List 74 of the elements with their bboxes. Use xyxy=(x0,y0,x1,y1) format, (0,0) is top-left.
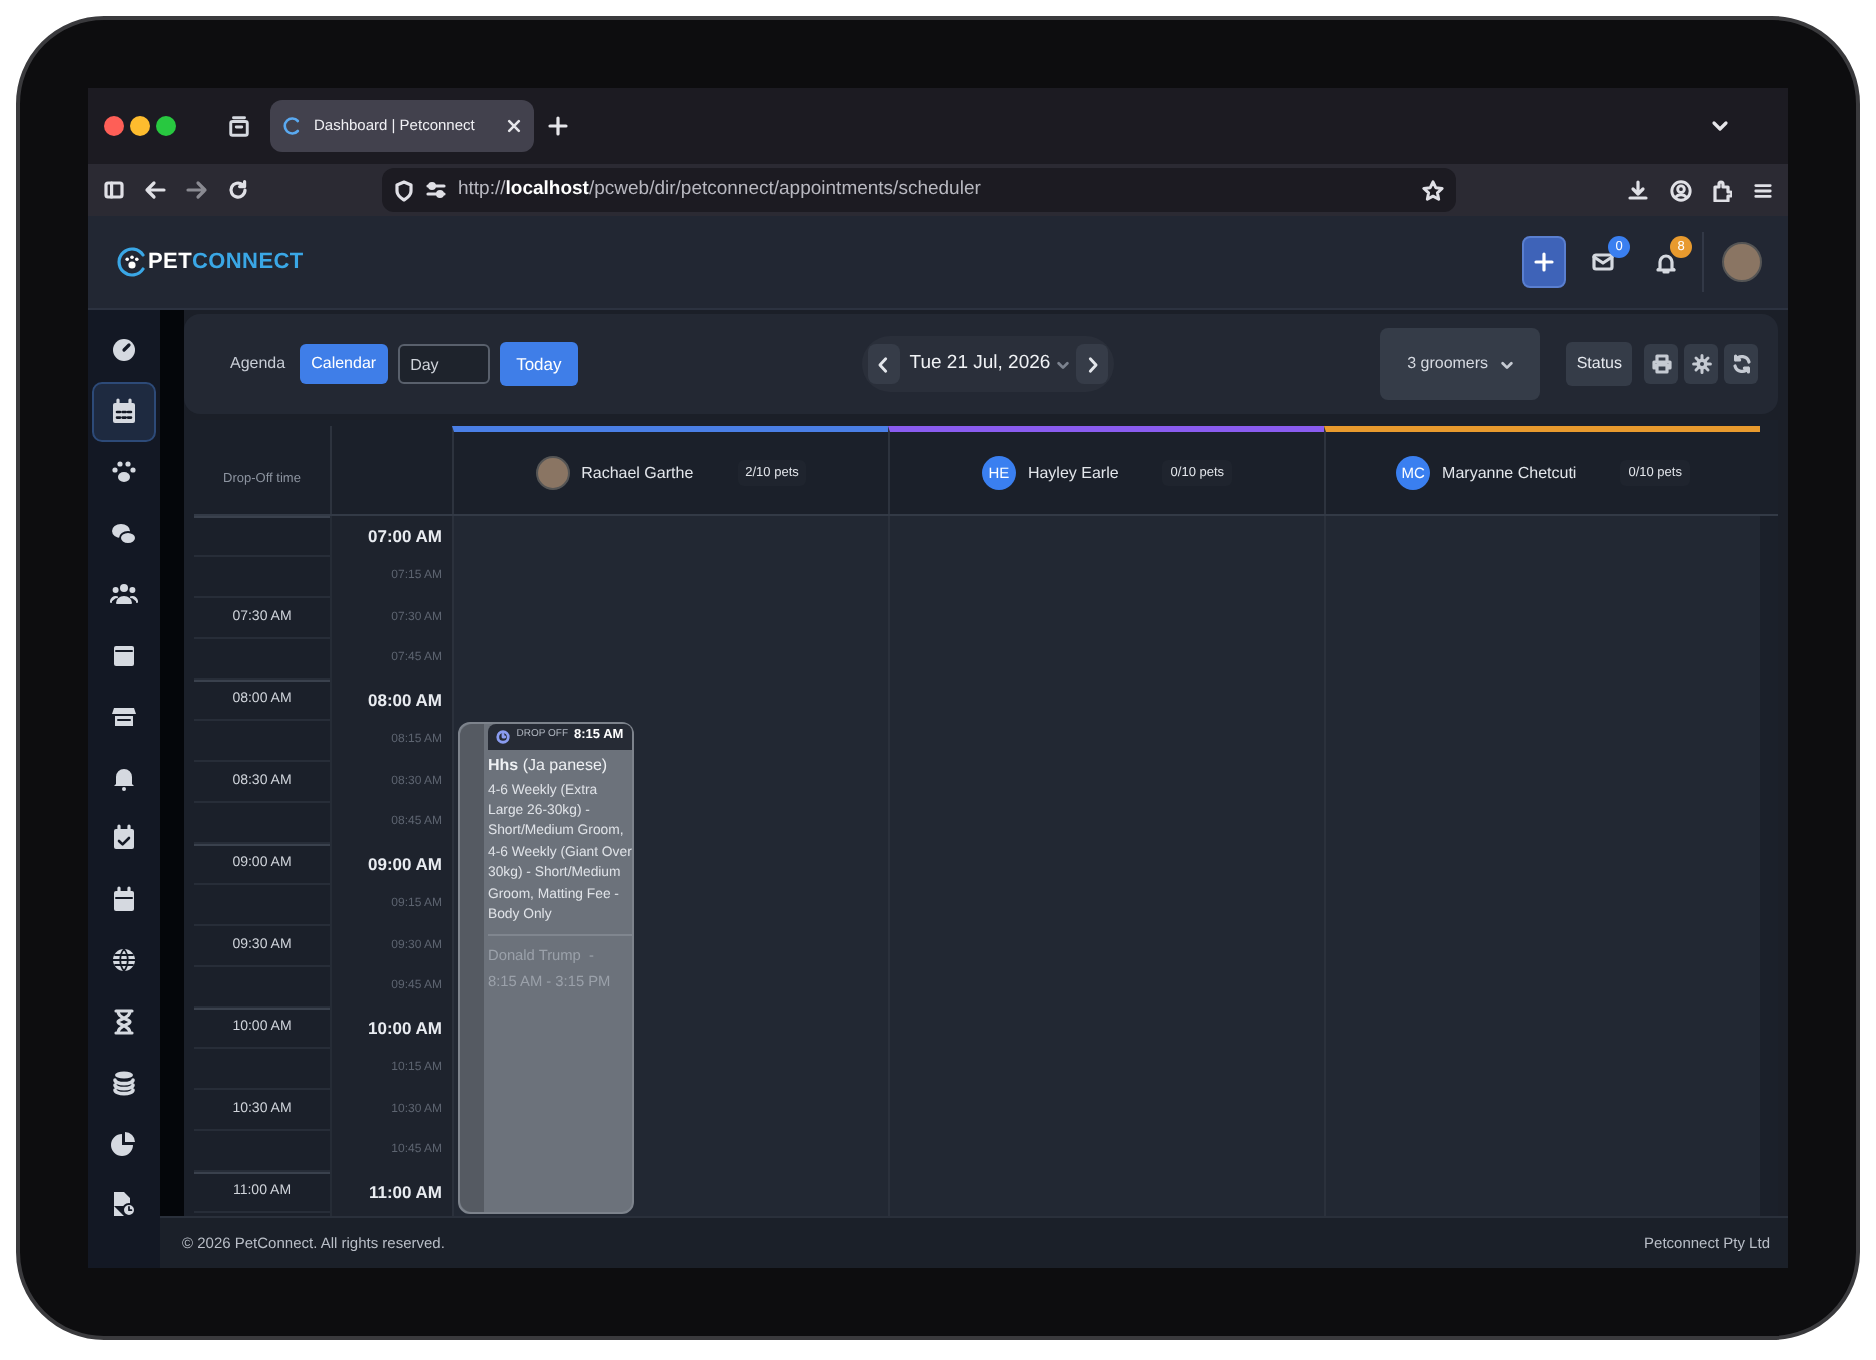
hour-label: 10:00 AM xyxy=(367,1015,442,1042)
sidebar-toggle-icon[interactable] xyxy=(104,180,124,200)
window-icon xyxy=(110,641,138,670)
gear-icon xyxy=(1691,354,1711,374)
next-day-button[interactable] xyxy=(1076,344,1109,384)
add-button[interactable] xyxy=(1522,236,1566,288)
user-avatar[interactable] xyxy=(1722,242,1762,282)
logo-text: PETCONNECT xyxy=(148,247,304,278)
hour-label: 11:00 AM xyxy=(368,1179,442,1206)
printer-icon xyxy=(1651,354,1671,374)
url-text: http://localhost/pcweb/dir/petconnect/appointments/scheduler xyxy=(458,175,981,204)
close-icon[interactable] xyxy=(506,118,522,134)
today-button[interactable]: Today xyxy=(500,342,578,386)
minimize-window-icon[interactable] xyxy=(130,116,150,136)
back-icon[interactable] xyxy=(144,180,166,200)
range-select[interactable]: Day xyxy=(398,344,491,384)
bell-icon xyxy=(110,763,138,792)
account-icon[interactable] xyxy=(1670,179,1692,201)
chat-icon xyxy=(110,519,138,548)
view-tab[interactable]: Calendar xyxy=(299,344,389,384)
hour-label: 09:00 AM xyxy=(367,851,442,878)
puzzle-icon[interactable] xyxy=(1712,179,1732,201)
chevron-right-icon xyxy=(1085,355,1100,373)
date-label: Tue 21 Jul, 2026 xyxy=(909,349,1051,378)
calendar-icon xyxy=(110,397,138,426)
hourglass-icon xyxy=(110,1007,138,1036)
mail-icon[interactable] xyxy=(1592,252,1614,272)
settings-button[interactable] xyxy=(1684,344,1718,384)
file-clock-icon xyxy=(110,1190,138,1219)
download-icon[interactable] xyxy=(1628,180,1648,200)
globe-icon xyxy=(110,946,138,975)
reload-icon[interactable] xyxy=(228,180,248,200)
chevron-down-icon[interactable] xyxy=(1710,116,1730,136)
sidebar-item[interactable] xyxy=(92,381,156,442)
forward-icon[interactable] xyxy=(186,180,208,200)
caret-icon[interactable] xyxy=(1056,357,1071,371)
refresh-icon xyxy=(1731,354,1751,374)
tab-group-icon[interactable] xyxy=(228,115,250,137)
paw-logo-icon xyxy=(116,246,148,278)
avatar xyxy=(535,456,570,490)
coins-icon xyxy=(110,1068,138,1097)
print-button[interactable] xyxy=(1644,344,1678,384)
view-tab[interactable]: Agenda xyxy=(218,344,298,384)
pie-chart-icon xyxy=(110,1129,138,1158)
maximize-window-icon[interactable] xyxy=(156,116,176,136)
store-icon xyxy=(110,702,138,731)
plus-icon xyxy=(1534,252,1554,272)
groomer-name: Rachael Garthe xyxy=(581,461,694,485)
groomers-dropdown[interactable]: 3 groomers xyxy=(1380,328,1541,400)
paw-icon xyxy=(110,458,138,487)
hour-label: 07:00 AM xyxy=(367,523,442,550)
bell-icon[interactable] xyxy=(1656,251,1676,273)
calendar-icon xyxy=(110,885,138,914)
groomer-name: Hayley Earle xyxy=(1027,461,1119,485)
refresh-button[interactable] xyxy=(1724,344,1758,384)
loading-icon xyxy=(282,116,302,136)
previous-day-button[interactable] xyxy=(867,344,900,384)
menu-icon[interactable] xyxy=(1754,181,1772,199)
chevron-down-icon xyxy=(1500,357,1515,371)
new-tab-icon[interactable] xyxy=(548,116,568,136)
chevron-left-icon xyxy=(876,355,891,373)
hour-label: 08:00 AM xyxy=(367,687,442,714)
calendar-check-icon xyxy=(110,824,138,853)
sliders-icon xyxy=(426,180,446,200)
people-icon xyxy=(110,580,138,609)
address-field[interactable]: http://localhost/pcweb/dir/petconnect/appointments/scheduler xyxy=(382,168,1456,212)
star-icon[interactable] xyxy=(1422,179,1444,201)
status-button[interactable]: Status xyxy=(1566,342,1632,386)
close-window-icon[interactable] xyxy=(104,116,124,136)
shield-icon xyxy=(394,179,414,201)
clock-icon xyxy=(496,729,511,743)
groomer-name: Maryanne Chetcuti xyxy=(1442,461,1577,485)
pet-name: Hhs (Ja panese) xyxy=(488,753,608,777)
gauge-icon xyxy=(110,336,138,365)
